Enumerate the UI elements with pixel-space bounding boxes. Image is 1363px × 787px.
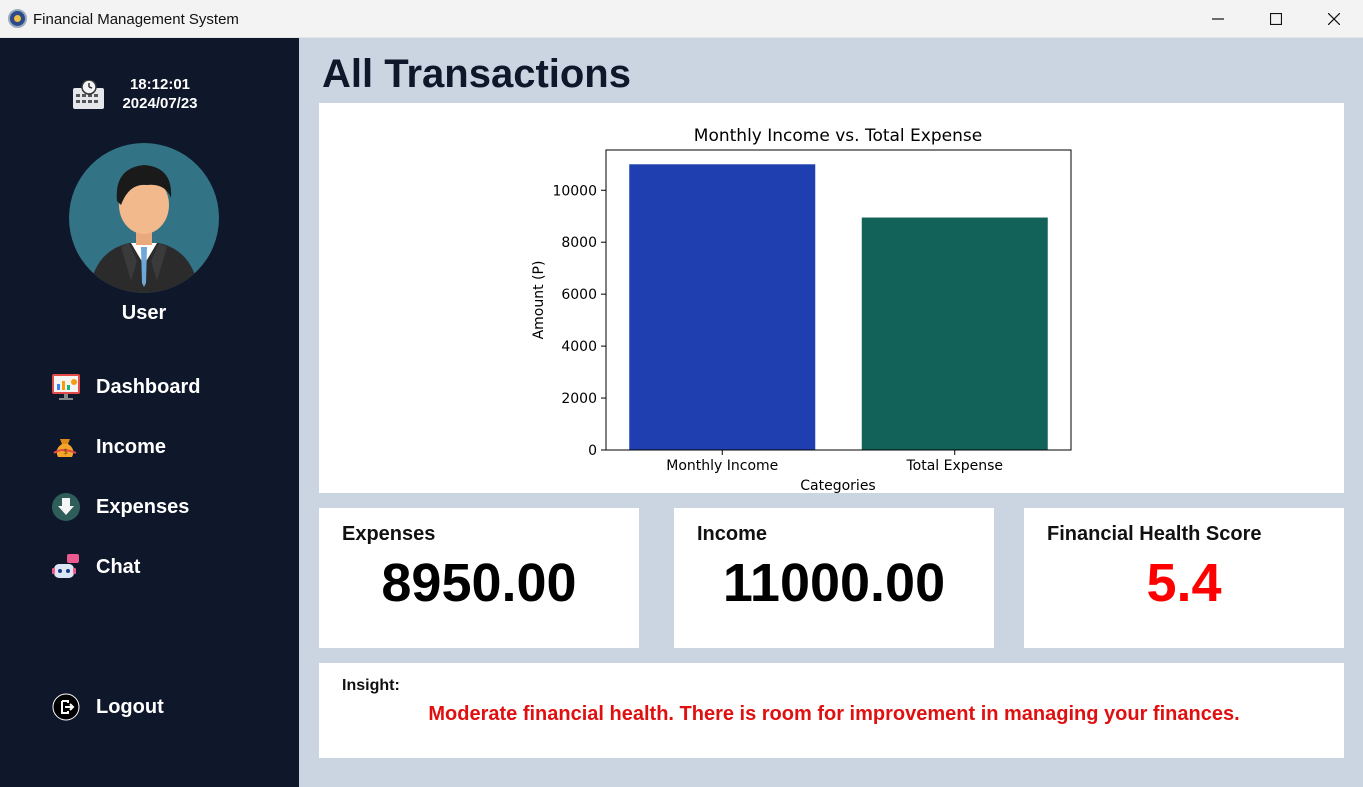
money-bag-icon: $: [50, 431, 82, 463]
health-score-card: Financial Health Score 5.4: [1024, 508, 1344, 648]
income-expense-chart: Monthly Income vs. Total Expense Monthly…: [531, 126, 1072, 494]
health-score-value: 5.4: [1146, 553, 1222, 613]
chart-y-tick-label: 6000: [561, 287, 597, 303]
maximize-button[interactable]: [1247, 0, 1305, 38]
chart-y-tick-label: 10000: [552, 183, 597, 199]
close-button[interactable]: [1305, 0, 1363, 38]
income-card: Income 11000.00: [674, 508, 994, 648]
app-logo-icon: [8, 9, 27, 28]
window-title: Financial Management System: [33, 11, 239, 28]
sidebar-item-label: Dashboard: [96, 375, 201, 398]
dashboard-icon: [50, 371, 82, 403]
chart-x-tick-label: Monthly Income: [666, 458, 778, 474]
svg-text:$: $: [63, 447, 68, 456]
chart-x-tick-label: Total Expense: [905, 458, 1003, 474]
download-icon: [50, 491, 82, 523]
chart-y-tick-label: 4000: [561, 339, 597, 355]
chart-xlabel: Categories: [800, 478, 875, 493]
expenses-label: Expenses: [342, 523, 436, 545]
chart-title: Monthly Income vs. Total Expense: [694, 126, 982, 146]
page-title: All Transactions: [322, 52, 631, 96]
sidebar-item-chat[interactable]: Chat: [50, 547, 270, 587]
clock-time: 18:12:01: [129, 76, 191, 93]
sidebar-item-expenses[interactable]: Expenses: [50, 487, 270, 527]
expenses-card: Expenses 8950.00: [319, 508, 639, 648]
chatbot-icon: [50, 551, 82, 583]
maximize-icon: [1270, 13, 1282, 25]
chart-y-tick-label: 8000: [561, 235, 597, 251]
sidebar-item-label: Chat: [96, 555, 141, 578]
minimize-button[interactable]: [1189, 0, 1247, 38]
logout-icon: [50, 691, 82, 723]
sidebar-item-label: Expenses: [96, 495, 190, 518]
insight-panel: Insight: Moderate financial health. Ther…: [319, 663, 1344, 758]
user-avatar-icon: [89, 165, 199, 293]
chart-card: Monthly Income vs. Total Expense Monthly…: [319, 103, 1344, 494]
chart-y-tick-label: 2000: [561, 391, 597, 407]
income-label: Income: [697, 523, 768, 545]
expenses-value: 8950.00: [381, 553, 577, 613]
insight-text: Moderate financial health. There is room…: [428, 703, 1240, 725]
clock-readout: 18:12:01 2024/07/23: [110, 75, 210, 113]
logout-button[interactable]: Logout: [50, 687, 270, 727]
close-icon: [1328, 13, 1340, 25]
chart-bar: [629, 164, 816, 450]
sidebar-item-income[interactable]: $ Income: [50, 427, 270, 467]
insight-label: Insight:: [342, 677, 400, 694]
minimize-icon: [1212, 18, 1224, 20]
sidebar-item-dashboard[interactable]: Dashboard: [50, 367, 270, 407]
logout-label: Logout: [96, 695, 164, 718]
clock-date: 2024/07/23: [122, 95, 198, 112]
chart-bar: [861, 217, 1048, 450]
avatar: [69, 143, 219, 293]
chart-ylabel: Amount (P): [531, 261, 547, 340]
user-name: User: [121, 302, 167, 324]
income-value: 11000.00: [722, 553, 946, 613]
sidebar-item-label: Income: [96, 435, 167, 458]
chart-y-tick-label: 0: [588, 443, 597, 459]
health-score-label: Financial Health Score: [1047, 523, 1262, 545]
sidebar: 18:12:01 2024/07/23 User Dashboard $ Inc…: [0, 38, 299, 787]
calendar-clock-icon: [73, 80, 104, 109]
window-titlebar: Financial Management System: [0, 0, 1363, 38]
